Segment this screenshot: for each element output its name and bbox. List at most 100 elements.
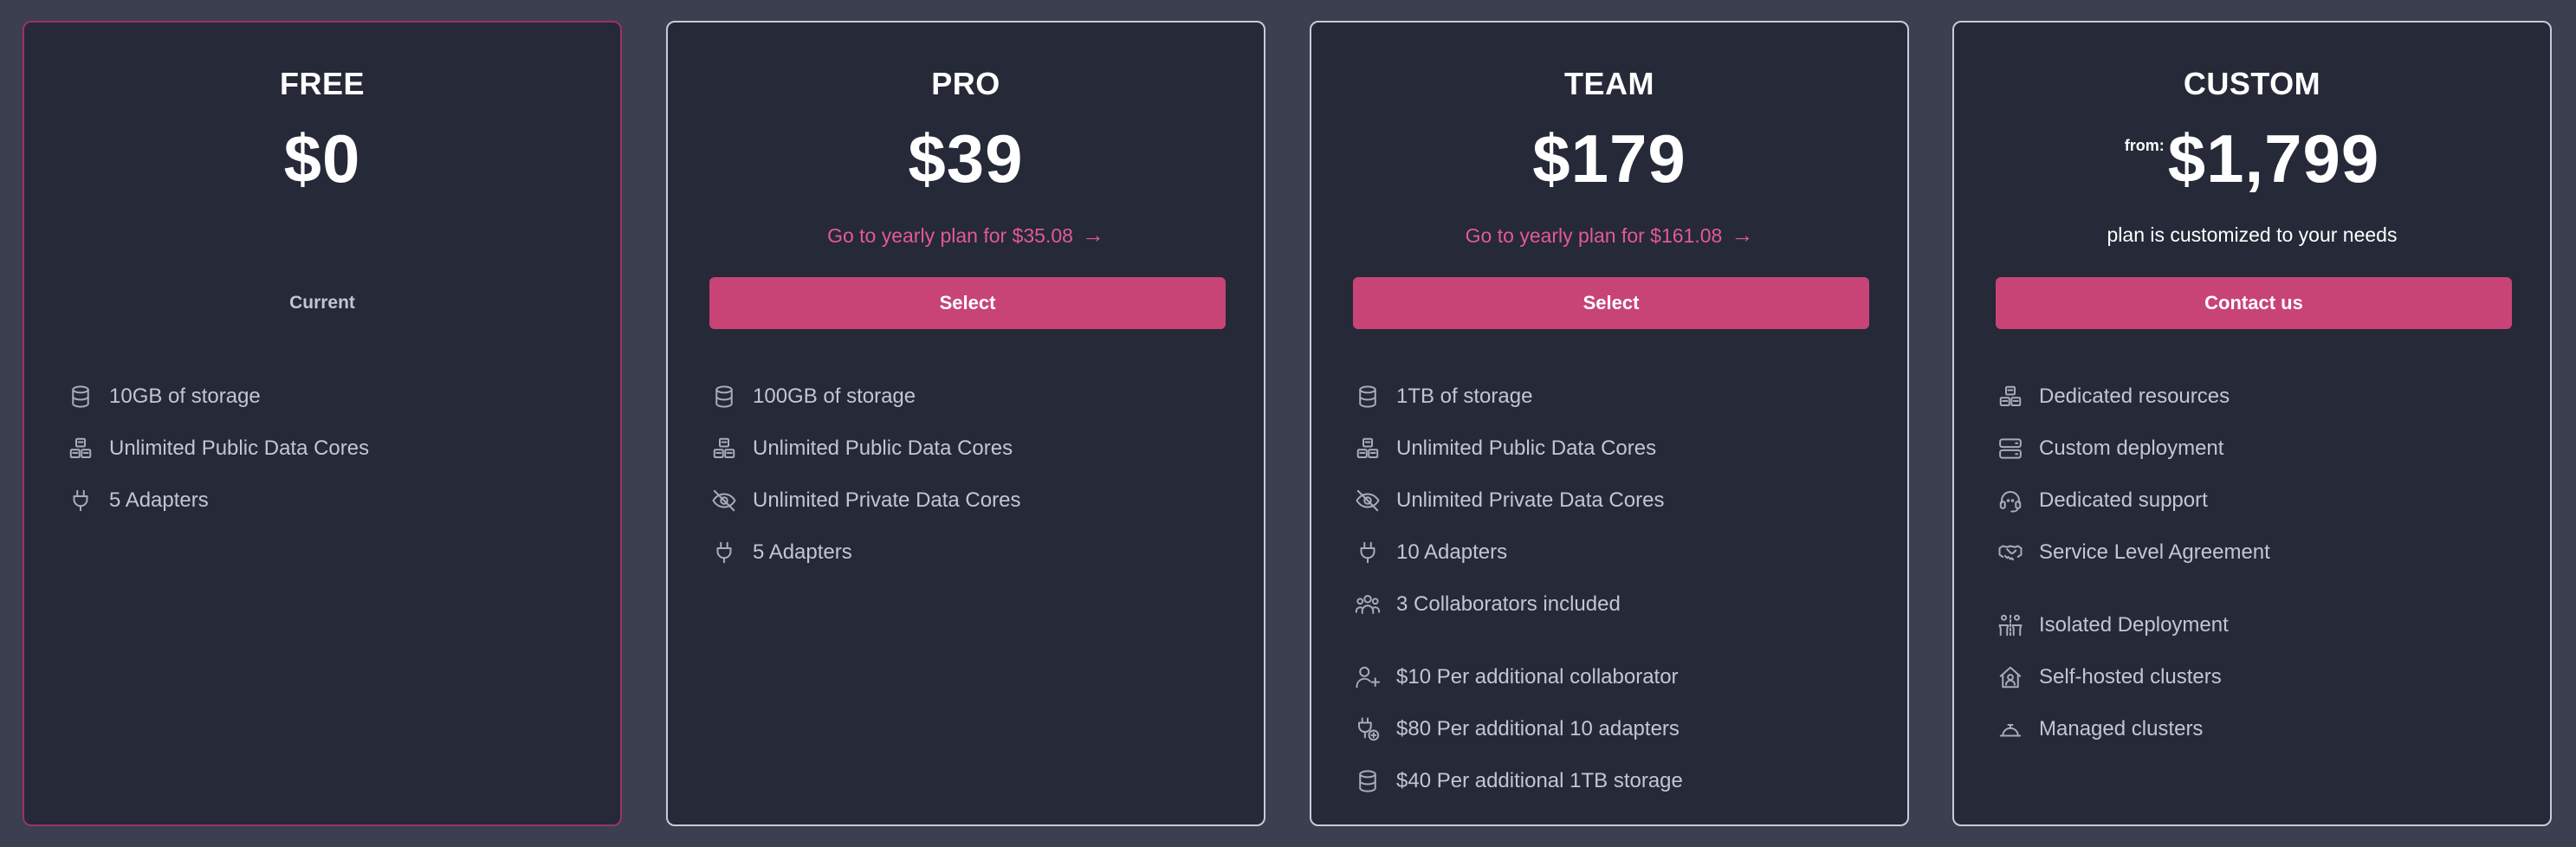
plan-price-row: from:$1,799 xyxy=(1954,125,2550,192)
user-plus-icon xyxy=(1353,663,1382,692)
extra-item: $10 Per additional collaborator xyxy=(1353,651,1881,703)
select-button[interactable]: Select xyxy=(1353,277,1869,329)
arrow-right-icon: → xyxy=(1081,222,1104,248)
arrow-right-icon: → xyxy=(1731,222,1754,248)
extra-item: Managed clusters xyxy=(1996,703,2524,755)
feature-label: Dedicated resources xyxy=(2039,385,2230,408)
extra-label: $80 Per additional 10 adapters xyxy=(1396,717,1680,740)
plan-price-row: $179 xyxy=(1311,125,1907,192)
plan-price: $39 xyxy=(908,120,1024,197)
feature-item: Unlimited Private Data Cores xyxy=(709,475,1238,527)
feature-label: Unlimited Public Data Cores xyxy=(1396,436,1657,460)
bell-service-icon xyxy=(1996,714,2025,744)
select-button[interactable]: Select xyxy=(709,277,1226,329)
feature-item: 5 Adapters xyxy=(709,527,1238,579)
plan-card-pro: PRO $39 Go to yearly plan for $35.08 → Se… xyxy=(666,21,1265,826)
yearly-plan-link-text: Go to yearly plan for $161.08 xyxy=(1465,224,1723,247)
eye-off-icon xyxy=(1353,486,1382,515)
yearly-plan-link[interactable]: Go to yearly plan for $161.08 → xyxy=(1311,222,1907,249)
current-plan-label: Current xyxy=(289,293,355,313)
plan-price-row: $0 xyxy=(24,125,620,192)
yearly-plan-link[interactable]: Go to yearly plan for $35.08 → xyxy=(668,222,1264,249)
extra-item: Isolated Deployment xyxy=(1996,599,2524,651)
feature-label: Unlimited Public Data Cores xyxy=(109,436,370,460)
plan-price-row: $39 xyxy=(668,125,1264,192)
plan-title: CUSTOM xyxy=(2183,66,2321,101)
feature-item: 100GB of storage xyxy=(709,371,1238,423)
feature-label: 3 Collaborators included xyxy=(1396,592,1621,616)
feature-item: 1TB of storage xyxy=(1353,371,1881,423)
plan-title: PRO xyxy=(931,66,1000,101)
plan-card-custom: CUSTOM from:$1,799 plan is customized to… xyxy=(1952,21,2552,826)
feature-item: Dedicated resources xyxy=(1996,371,2524,423)
feature-list: 1TB of storage Unlimited Public Data Cor… xyxy=(1353,371,1881,807)
extra-label: $10 Per additional collaborator xyxy=(1396,665,1679,689)
feature-label: 10GB of storage xyxy=(109,385,261,408)
plan-card-team: TEAM $179 Go to yearly plan for $161.08 →… xyxy=(1310,21,1909,826)
feature-label: Unlimited Private Data Cores xyxy=(1396,488,1665,512)
plan-price: $0 xyxy=(283,120,361,197)
feature-label: Unlimited Public Data Cores xyxy=(753,436,1013,460)
feature-list: Dedicated resources Custom deployment De… xyxy=(1996,371,2524,755)
database-icon xyxy=(1353,382,1382,411)
server-icon xyxy=(1996,434,2025,463)
plan-price: $179 xyxy=(1532,120,1686,197)
feature-item: 3 Collaborators included xyxy=(1353,579,1881,630)
feature-item: Unlimited Public Data Cores xyxy=(709,423,1238,475)
plan-title: FREE xyxy=(279,66,365,101)
feature-label: 5 Adapters xyxy=(109,488,209,512)
extra-label: Self-hosted clusters xyxy=(2039,665,2222,689)
feature-item: Service Level Agreement xyxy=(1996,527,2524,579)
extra-item: Self-hosted clusters xyxy=(1996,651,2524,703)
price-prefix: from: xyxy=(2124,137,2165,154)
cubes-icon xyxy=(66,434,95,463)
feature-item: 10 Adapters xyxy=(1353,527,1881,579)
feature-label: 5 Adapters xyxy=(753,540,852,564)
cubes-icon xyxy=(709,434,739,463)
feature-item: Custom deployment xyxy=(1996,423,2524,475)
plan-title: TEAM xyxy=(1564,66,1654,101)
cubes-icon xyxy=(1996,382,2025,411)
extra-label: Isolated Deployment xyxy=(2039,613,2229,637)
feature-label: Unlimited Private Data Cores xyxy=(753,488,1021,512)
eye-off-icon xyxy=(709,486,739,515)
plug-icon xyxy=(709,538,739,567)
extra-item: $80 Per additional 10 adapters xyxy=(1353,703,1881,755)
handshake-icon xyxy=(1996,538,2025,567)
plan-price: $1,799 xyxy=(2167,120,2380,197)
feature-label: Dedicated support xyxy=(2039,488,2208,512)
plug-icon xyxy=(1353,538,1382,567)
extra-label: Managed clusters xyxy=(2039,717,2204,740)
feature-item: Unlimited Public Data Cores xyxy=(66,423,594,475)
isolated-people-icon xyxy=(1996,611,2025,640)
database-icon xyxy=(1353,766,1382,796)
contact-us-button[interactable]: Contact us xyxy=(1996,277,2512,329)
users-icon xyxy=(1353,590,1382,619)
feature-item: Dedicated support xyxy=(1996,475,2524,527)
feature-divider xyxy=(1353,630,1881,651)
headset-icon xyxy=(1996,486,2025,515)
plan-card-free: FREE $0 Current 10GB of storage Unlimite… xyxy=(23,21,622,826)
database-icon xyxy=(709,382,739,411)
feature-divider xyxy=(1996,579,2524,599)
database-icon xyxy=(66,382,95,411)
home-user-icon xyxy=(1996,663,2025,692)
extra-label: $40 Per additional 1TB storage xyxy=(1396,769,1683,792)
feature-label: 100GB of storage xyxy=(753,385,916,408)
yearly-plan-link-text: Go to yearly plan for $35.08 xyxy=(827,224,1073,247)
feature-label: Custom deployment xyxy=(2039,436,2224,460)
feature-label: Service Level Agreement xyxy=(2039,540,2270,564)
plan-subtitle: plan is customized to your needs xyxy=(2107,223,2398,246)
feature-item: Unlimited Private Data Cores xyxy=(1353,475,1881,527)
extra-item: $40 Per additional 1TB storage xyxy=(1353,755,1881,807)
feature-list: 100GB of storage Unlimited Public Data C… xyxy=(709,371,1238,579)
feature-list: 10GB of storage Unlimited Public Data Co… xyxy=(66,371,594,527)
pricing-page: FREE $0 Current 10GB of storage Unlimite… xyxy=(0,0,2576,847)
feature-item: 10GB of storage xyxy=(66,371,594,423)
feature-item: 5 Adapters xyxy=(66,475,594,527)
feature-label: 1TB of storage xyxy=(1396,385,1533,408)
feature-item: Unlimited Public Data Cores xyxy=(1353,423,1881,475)
cubes-icon xyxy=(1353,434,1382,463)
plug-icon xyxy=(66,486,95,515)
plug-plus-icon xyxy=(1353,714,1382,744)
